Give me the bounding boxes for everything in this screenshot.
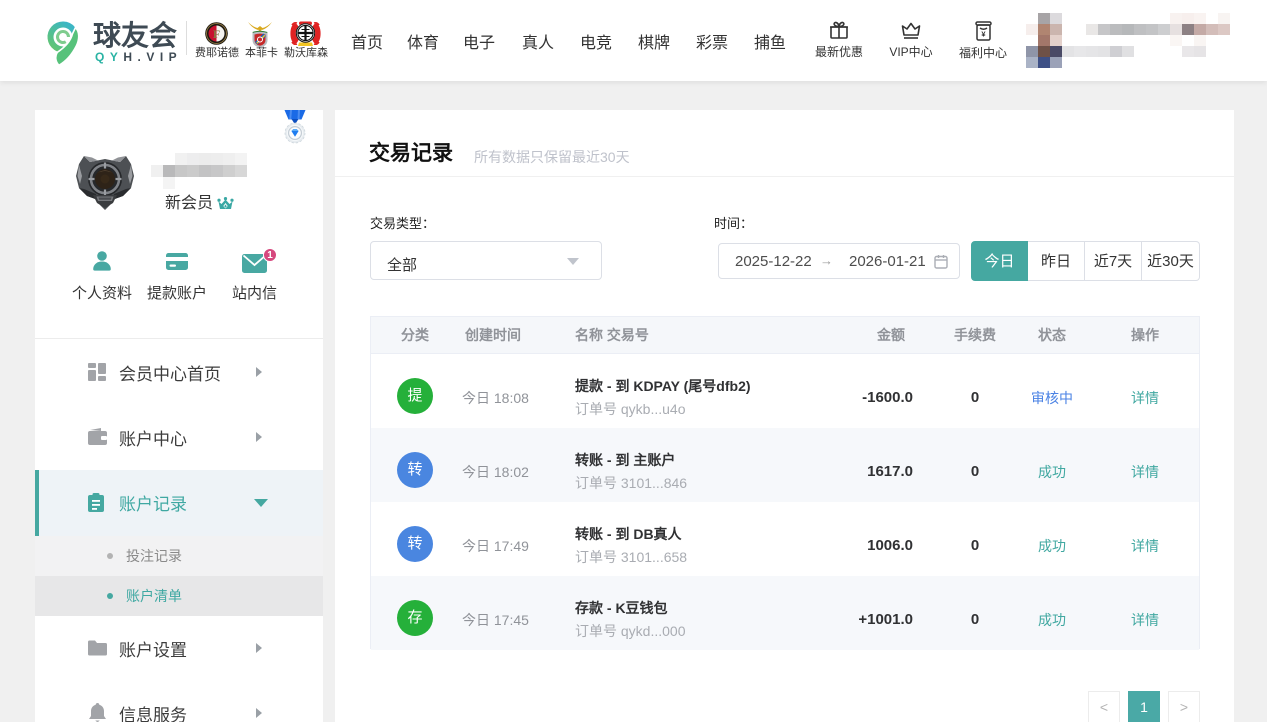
svg-text:F: F [213, 27, 220, 41]
svg-text:¥: ¥ [981, 30, 986, 39]
